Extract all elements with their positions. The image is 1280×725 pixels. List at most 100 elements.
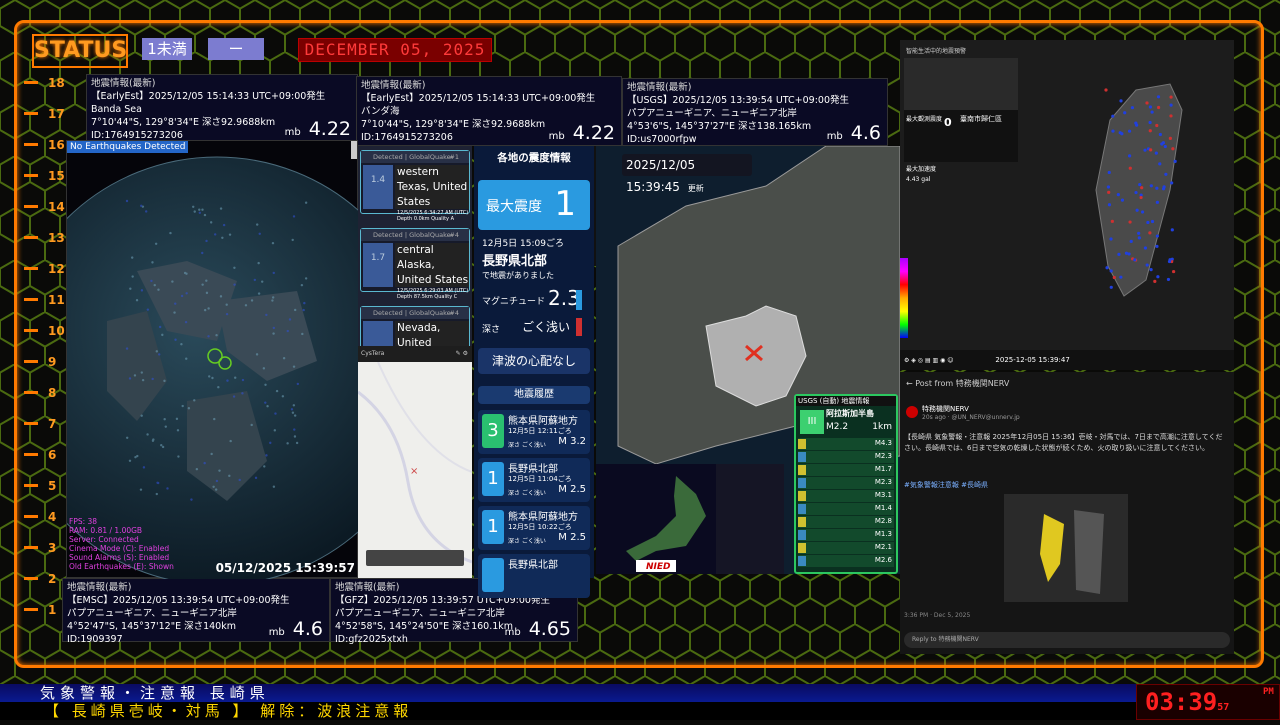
mag-bar — [576, 290, 582, 310]
usgs-item-shindo — [798, 478, 806, 488]
usgs-list-item[interactable]: M3.1 — [798, 490, 894, 502]
feed-card-head: Detected | GlobalQuake #1 — [361, 151, 469, 163]
usgs-list-item[interactable]: M2.8 — [798, 516, 894, 528]
tick-mark — [24, 112, 38, 115]
nerv-back-label: Post from 特務機関NERV — [915, 379, 1010, 388]
usgs-item-shindo — [798, 452, 806, 462]
history-depth: 深さ ごく浅い — [508, 442, 546, 449]
globe-stat: Server: Connected — [69, 535, 139, 544]
usgs-list-item[interactable]: M2.1 — [798, 542, 894, 554]
history-mag: M 2.5 — [558, 484, 586, 495]
twp-toolbar[interactable]: ⚙ ◈ ◎ ▤ ▥ ◉ ☺ 2025-12-05 15:39:47 — [900, 350, 1234, 370]
history-place: 長野県北部 — [508, 560, 558, 571]
quake-source: 【EarlyEst】2025/12/05 15:14:33 UTC+09:00発… — [361, 93, 596, 104]
feed-card[interactable]: Detected | GlobalQuake #4 1.7 central Alask… — [360, 228, 470, 300]
map-timestamp: 2025/12/05 15:39:45 — [626, 158, 696, 194]
ruler-tick: 5 — [20, 479, 72, 493]
usgs-list-item[interactable]: M1.7 — [798, 464, 894, 476]
globe-graphic — [2, 156, 432, 586]
usgs-item-shindo — [798, 530, 806, 540]
history-depth: 深さ ごく浅い — [508, 490, 546, 497]
twp-max-value: 0 — [944, 116, 952, 129]
tick-mark — [24, 174, 38, 177]
nerv-account[interactable]: 特務機関NERV — [922, 404, 969, 414]
usgs-item-shindo — [798, 504, 806, 514]
mag-value: 4.6 — [850, 122, 881, 144]
nied-logo: NIED — [646, 562, 671, 572]
feed-card[interactable]: Detected | GlobalQuake #1 1.4 western Texas… — [360, 150, 470, 222]
mb-label: mb — [548, 131, 565, 142]
tick-label: 6 — [48, 448, 57, 462]
globe-view[interactable]: No Earthquakes Detected FPS: 38 RAM: 0.81… — [2, 140, 432, 586]
cystera-title: CysTera — [361, 350, 385, 357]
tick-label: 12 — [48, 262, 65, 276]
usgs-list-item[interactable]: M4.3 — [798, 438, 894, 450]
intensity-tag: 1未満 — [142, 38, 192, 60]
usgs-item-shindo — [798, 439, 806, 449]
usgs-mag: M2.2 — [826, 422, 849, 432]
tick-mark — [24, 143, 38, 146]
usgs-list-item[interactable]: M1.3 — [798, 529, 894, 541]
tick-label: 8 — [48, 386, 57, 400]
history-item[interactable]: 長野県北部 — [478, 554, 590, 598]
history-item[interactable]: 1 長野県北部 12月5日 11:04ごろ 深さ ごく浅い M 2.5 — [478, 458, 590, 502]
usgs-item-mag: M2.6 — [874, 556, 892, 564]
usgs-shindo: III — [800, 410, 824, 434]
nerv-reply-input[interactable]: Reply to 特務機関NERV — [904, 632, 1230, 648]
ruler-tick: 8 — [20, 386, 72, 400]
feed-place-box: central Alaska, United States 12/5/2025 6… — [395, 243, 469, 300]
ruler-tick: 6 — [20, 448, 72, 462]
quake-region: バンダ海 — [361, 106, 400, 117]
clock-time: 03:39 — [1145, 688, 1218, 716]
usgs-list-item[interactable]: M2.3 — [798, 477, 894, 489]
warning-ticker-title: 気象警報・注意報 長崎県 — [0, 684, 1140, 702]
nerv-back[interactable]: ← Post from 特務機関NERV — [906, 378, 1009, 389]
cystera-bar: CysTera ✎ ⚙ — [358, 346, 472, 362]
usgs-list-item[interactable]: M2.6 — [798, 555, 894, 567]
map-update-label: 更新 — [687, 184, 704, 193]
cystera-icons[interactable]: ✎ ⚙ — [456, 346, 468, 362]
tick-label: 5 — [48, 479, 57, 493]
nerv-map-image[interactable] — [1004, 494, 1128, 602]
history-depth: 深さ ごく浅い — [508, 538, 546, 545]
quake-title: 地震情報(最新) — [91, 78, 156, 89]
feed-card-head: Detected | GlobalQuake #4 — [361, 307, 469, 319]
japan-shindo-map[interactable]: 2025/12/05 15:39:45 更新 NIED USGS (自動) 地震… — [596, 145, 901, 574]
taiwan-eew-panel: 智能生活中的地震預警 最大觀測震度 0 臺南市歸仁區 最大加速度 4.43 ga… — [900, 40, 1234, 370]
shindo-header: 各地の震度情報 — [497, 152, 571, 164]
cystera-map[interactable]: × — [357, 361, 473, 578]
usgs-list[interactable]: M4.3 M2.3 M1.7 M2.3 M3.1 M1.4 M2.8 M1.3 M2.1 M2.6 — [798, 438, 894, 568]
globe-stat: RAM: 0.81 / 1.00GB — [69, 526, 143, 535]
usgs-item-shindo — [798, 517, 806, 527]
tick-label: 7 — [48, 417, 57, 431]
feed-meta: 12/5/2025 6:29:03 AM (UTC) Depth 87.5km … — [397, 288, 469, 300]
usgs-list-item[interactable]: M2.3 — [798, 451, 894, 463]
ruler-tick: 10 — [20, 324, 72, 338]
tick-mark — [24, 577, 38, 580]
mag-value: 4.65 — [528, 618, 571, 640]
usgs-depth: 1km — [872, 422, 892, 432]
nerv-avatar[interactable] — [906, 406, 918, 418]
history-place: 熊本県阿蘇地方 — [508, 512, 578, 523]
usgs-item-mag: M2.3 — [874, 452, 892, 460]
quake-region: パプアニューギニア、ニューギニア北岸 — [627, 108, 797, 119]
usgs-list-item[interactable]: M1.4 — [798, 503, 894, 515]
tick-label: 11 — [48, 293, 65, 307]
nerv-tags[interactable]: #気象警報注意報 #長崎県 — [904, 480, 988, 490]
usgs-item-mag: M2.8 — [874, 517, 892, 525]
history-place: 長野県北部 — [508, 464, 558, 475]
twp-toolbar-icons[interactable]: ⚙ ◈ ◎ ▤ ▥ ◉ ☺ — [904, 357, 954, 364]
max-shindo-label: 最大震度 — [486, 199, 542, 215]
tick-label: 1 — [48, 603, 57, 617]
tick-mark — [24, 484, 38, 487]
tick-label: 13 — [48, 231, 65, 245]
globe-stats: FPS: 38 RAM: 0.81 / 1.00GB Server: Connect… — [69, 517, 174, 571]
history-item[interactable]: 1 熊本県阿蘇地方 12月5日 10:22ごろ 深さ ごく浅い M 2.5 — [478, 506, 590, 550]
history-item[interactable]: 3 熊本県阿蘇地方 12月5日 12:11ごろ 深さ ごく浅い M 3.2 — [478, 410, 590, 454]
quake-magnitude: mb 4.22 — [285, 120, 351, 139]
globe-stat: FPS: 38 — [69, 517, 98, 526]
globe-scrollbar[interactable] — [351, 141, 357, 159]
max-shindo-box: 最大震度 1 — [478, 180, 590, 230]
usgs-title: USGS (自動) 地震情報 — [796, 396, 896, 406]
usgs-item-mag: M1.7 — [874, 465, 892, 473]
